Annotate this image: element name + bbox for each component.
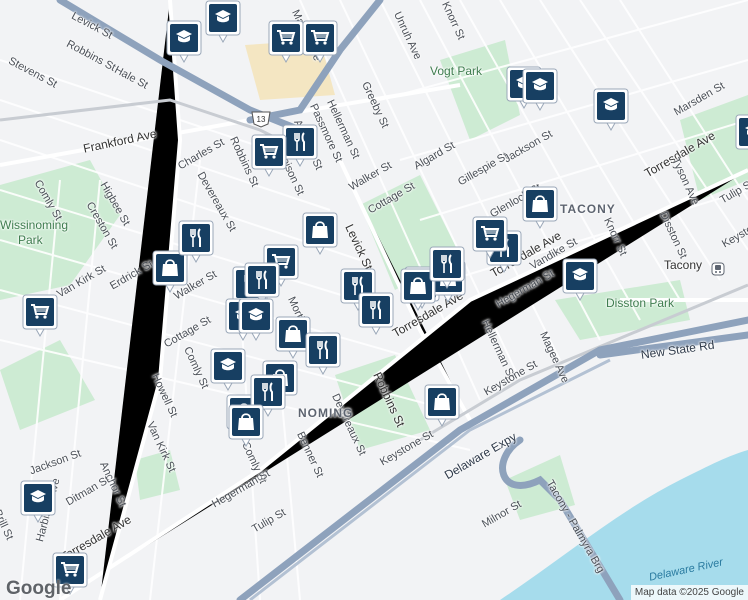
poi-pin-school[interactable]	[210, 348, 246, 392]
google-logo: Google	[6, 578, 72, 599]
poi-pin-school[interactable]	[238, 298, 274, 342]
park-label-wissinoming-2: Park	[18, 233, 43, 247]
us-route-shield-icon: 13	[251, 111, 271, 128]
poi-pin-grocery[interactable]	[22, 294, 58, 338]
poi-pin-school[interactable]	[593, 88, 629, 132]
poi-pin-restaurant[interactable]	[358, 292, 394, 336]
poi-pin-grocery[interactable]	[268, 20, 304, 64]
poi-pin-restaurant[interactable]	[282, 124, 318, 168]
poi-pin-shopping[interactable]	[522, 186, 558, 230]
poi-pin-restaurant[interactable]	[429, 246, 465, 290]
poi-pin-school[interactable]	[522, 68, 558, 112]
poi-pin-shopping[interactable]	[228, 404, 264, 448]
train-station-icon[interactable]	[711, 262, 725, 276]
area-label-wissinoming: NOMING	[298, 406, 354, 420]
poi-pin-restaurant[interactable]	[305, 332, 341, 376]
poi-pin-grocery[interactable]	[472, 216, 508, 260]
map-attribution[interactable]: Map data ©2025 Google	[630, 585, 748, 600]
park-label-wissinoming-1: Wissinoming	[0, 218, 69, 232]
poi-pin-restaurant[interactable]	[178, 220, 214, 264]
map-canvas[interactable]: Levick St Robbins St Stevens St Hale St …	[0, 0, 748, 600]
poi-pin-school[interactable]	[205, 0, 241, 44]
poi-pin-grocery[interactable]	[251, 134, 287, 178]
station-label-tacony: Tacony	[664, 258, 703, 272]
poi-pin-school[interactable]	[562, 258, 598, 302]
poi-pin-shopping[interactable]	[424, 384, 460, 428]
park-label-disston: Disston Park	[606, 296, 675, 310]
park-label-vogt: Vogt Park	[430, 64, 483, 78]
svg-text:13: 13	[257, 115, 266, 124]
small-green-area	[135, 450, 180, 500]
area-label-tacony: TACONY	[560, 202, 616, 216]
poi-pin-grocery[interactable]	[302, 20, 338, 64]
poi-pin-school[interactable]	[735, 114, 748, 158]
poi-pin-school[interactable]	[166, 20, 202, 64]
poi-pin-shopping[interactable]	[302, 212, 338, 256]
poi-pin-school[interactable]	[20, 480, 56, 524]
